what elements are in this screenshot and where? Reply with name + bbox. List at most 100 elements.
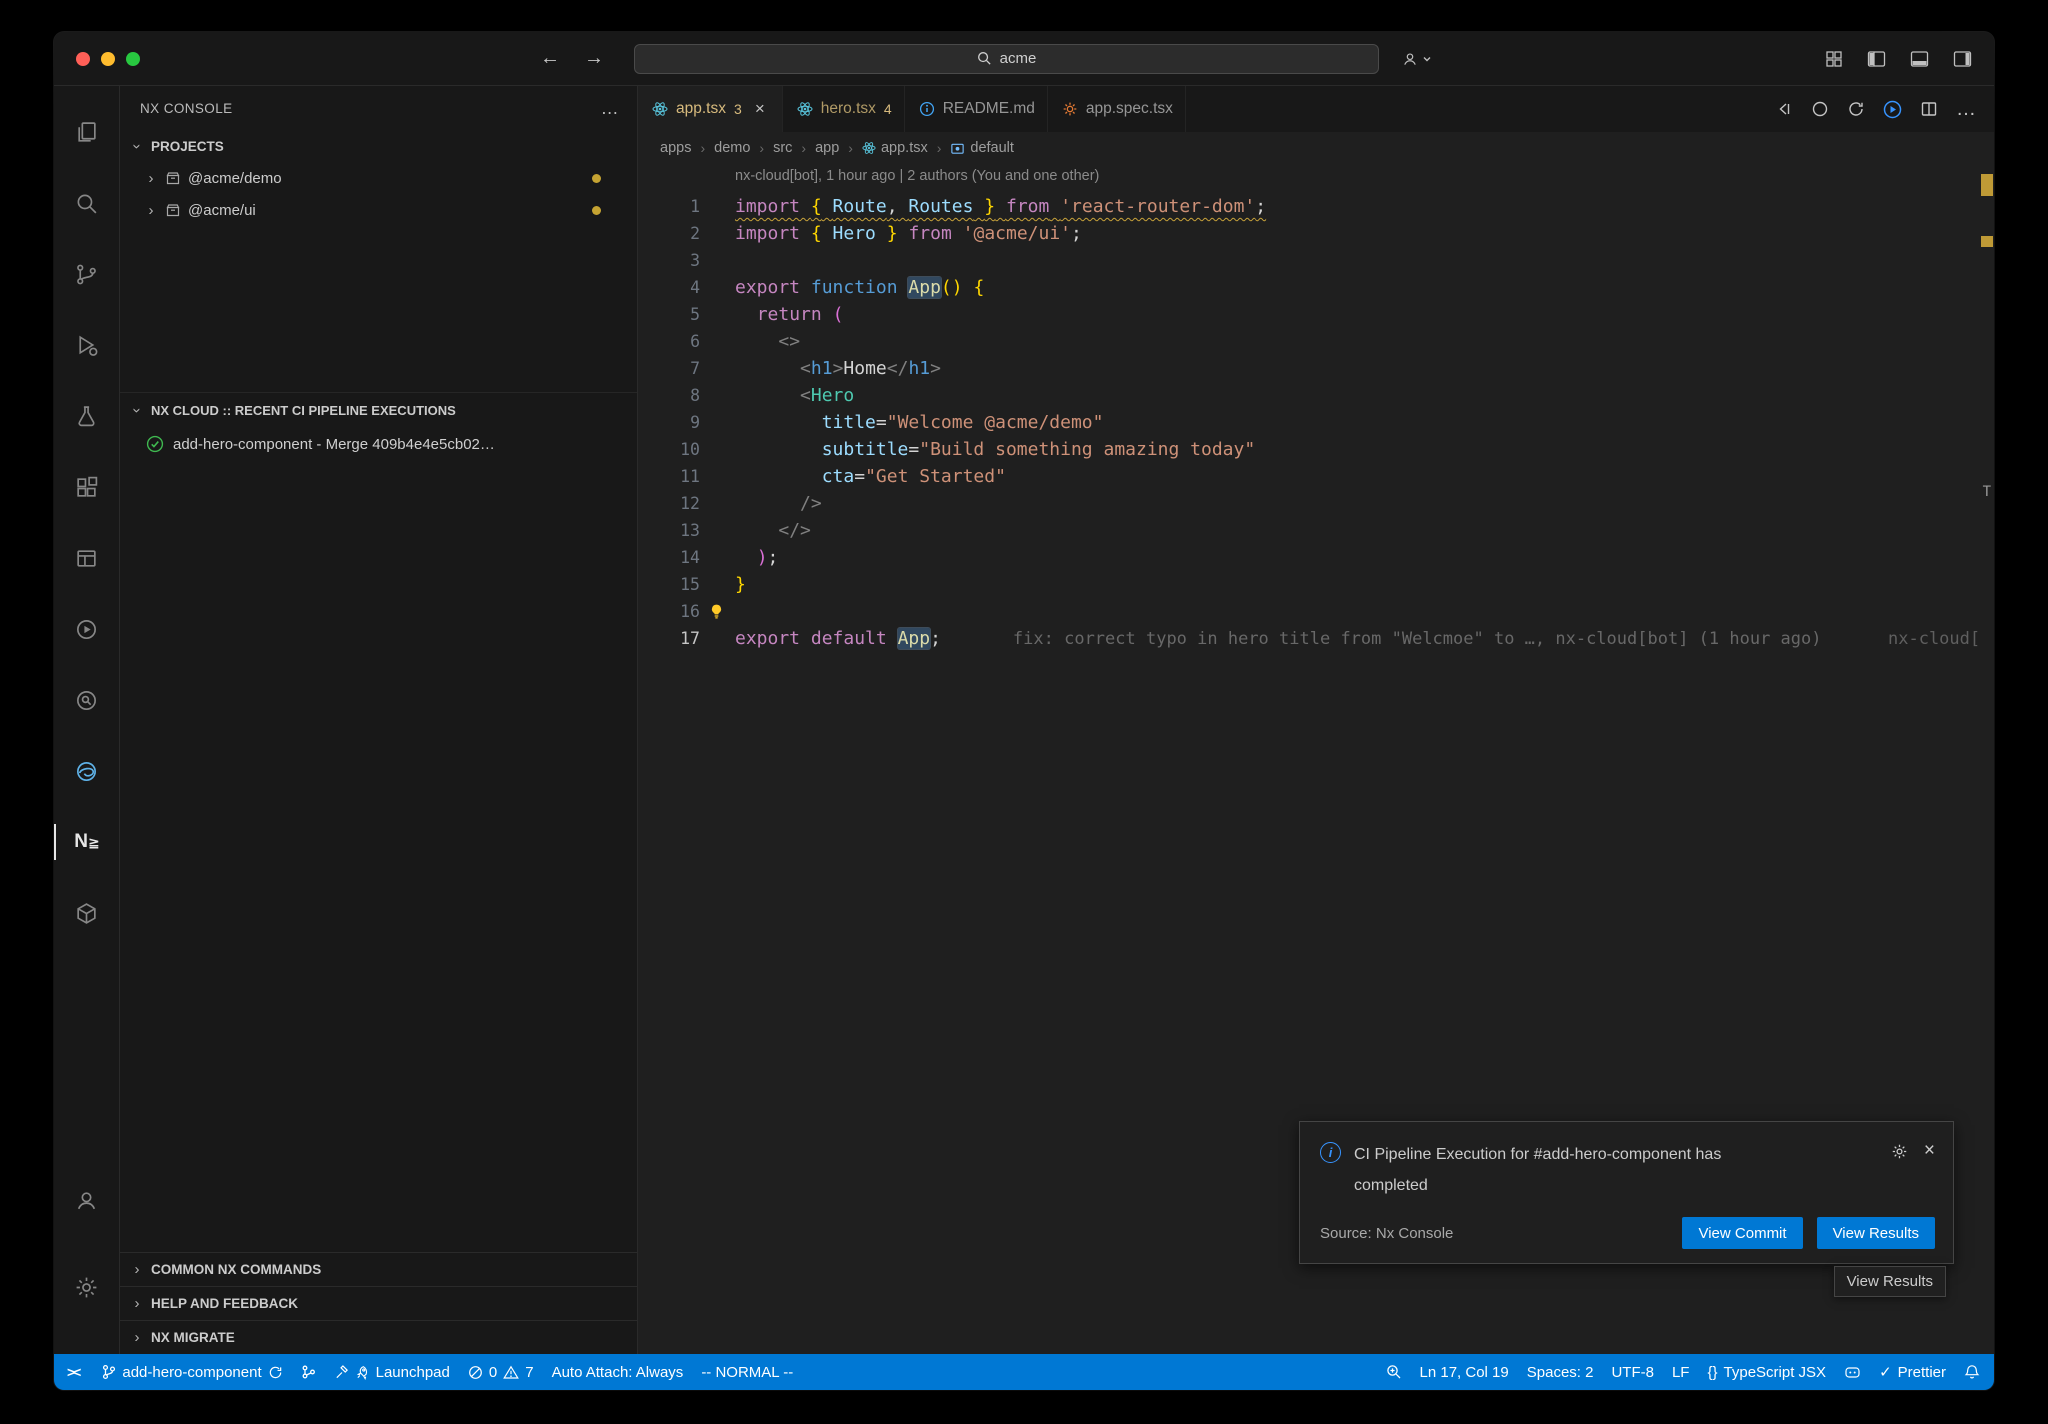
prettier-item[interactable]: ✓ Prettier bbox=[1870, 1354, 1955, 1390]
profile-menu-button[interactable] bbox=[1401, 50, 1432, 68]
help-and-feedback-section[interactable]: › HELP AND FEEDBACK bbox=[120, 1286, 637, 1320]
projects-section-header[interactable]: › PROJECTS bbox=[120, 130, 637, 162]
testing-icon[interactable] bbox=[54, 384, 120, 448]
code-line[interactable]: 14 ); bbox=[638, 544, 1994, 571]
code-line[interactable]: 17export default App;fix: correct typo i… bbox=[638, 625, 1994, 652]
code-line[interactable]: 12 /> bbox=[638, 490, 1994, 517]
remote-explorer-icon[interactable] bbox=[54, 526, 120, 590]
breadcrumb-item[interactable]: apps bbox=[660, 140, 691, 156]
copilot-icon bbox=[1844, 1364, 1861, 1380]
eol-item[interactable]: LF bbox=[1663, 1354, 1699, 1390]
git-branch-item[interactable]: add-hero-component bbox=[92, 1354, 291, 1390]
run-circle-icon[interactable] bbox=[54, 597, 120, 661]
encoding-item[interactable]: UTF-8 bbox=[1602, 1354, 1663, 1390]
view-commit-button[interactable]: View Commit bbox=[1682, 1217, 1802, 1249]
code-line[interactable]: 8 <Hero bbox=[638, 382, 1994, 409]
pipeline-execution-label: add-hero-component - Merge 409b4e4e5cb02… bbox=[173, 436, 495, 453]
zoom-item[interactable] bbox=[1377, 1354, 1411, 1390]
language-mode-item[interactable]: {} TypeScript JSX bbox=[1698, 1354, 1835, 1390]
react-icon bbox=[652, 101, 668, 117]
extensions-icon[interactable] bbox=[54, 455, 120, 519]
toggle-secondary-sidebar-icon[interactable] bbox=[1953, 50, 1972, 68]
common-nx-commands-section[interactable]: › COMMON NX COMMANDS bbox=[120, 1252, 637, 1286]
code-action-lightbulb[interactable] bbox=[700, 603, 735, 620]
tab-hero-tsx[interactable]: hero.tsx 4 bbox=[783, 86, 905, 132]
code-line[interactable]: 11 cta="Get Started" bbox=[638, 463, 1994, 490]
toggle-panel-icon[interactable] bbox=[1910, 50, 1929, 68]
code-line[interactable]: 2import { Hero } from '@acme/ui'; bbox=[638, 220, 1994, 247]
editor-more-actions-icon[interactable]: … bbox=[1956, 105, 1976, 113]
vim-mode-item[interactable]: -- NORMAL -- bbox=[692, 1354, 802, 1390]
line-number: 3 bbox=[638, 251, 700, 270]
breadcrumbs: apps› demo› src› app› app.tsx › default bbox=[638, 132, 1994, 164]
code-line[interactable]: 4export function App() { bbox=[638, 274, 1994, 301]
code-line[interactable]: 6 <> bbox=[638, 328, 1994, 355]
close-tab-icon[interactable]: × bbox=[750, 99, 770, 119]
auto-attach-item[interactable]: Auto Attach: Always bbox=[543, 1354, 693, 1390]
code-line[interactable]: 3 bbox=[638, 247, 1994, 274]
navigate-back-icon[interactable]: ← bbox=[540, 47, 560, 70]
code-text: import { Route, Routes } from 'react-rou… bbox=[735, 196, 1266, 217]
toggle-primary-sidebar-icon[interactable] bbox=[1867, 50, 1886, 68]
code-search-icon[interactable] bbox=[54, 668, 120, 732]
project-item-acme-ui[interactable]: › @acme/ui bbox=[120, 194, 637, 226]
breadcrumb-item-file[interactable]: app.tsx bbox=[862, 140, 928, 156]
rerun-icon[interactable] bbox=[1847, 100, 1865, 118]
source-control-icon[interactable] bbox=[54, 242, 120, 306]
search-sidebar-icon[interactable] bbox=[54, 171, 120, 235]
go-back-editor-icon[interactable] bbox=[1775, 100, 1793, 118]
code-line[interactable]: 16 bbox=[638, 598, 1994, 625]
overview-ruler[interactable]: T bbox=[1979, 164, 1994, 1354]
accounts-icon[interactable] bbox=[54, 1168, 120, 1232]
command-center-search[interactable]: acme bbox=[634, 44, 1379, 74]
code-line[interactable]: 15} bbox=[638, 571, 1994, 598]
breadcrumb-item[interactable]: app bbox=[815, 140, 839, 156]
run-debug-icon[interactable] bbox=[54, 313, 120, 377]
cursor-position-item[interactable]: Ln 17, Col 19 bbox=[1411, 1354, 1518, 1390]
split-editor-icon[interactable] bbox=[1920, 100, 1938, 118]
tab-label: app.spec.tsx bbox=[1086, 100, 1173, 118]
remote-indicator[interactable]: >< bbox=[54, 1354, 92, 1390]
notifications-bell-item[interactable] bbox=[1955, 1354, 1994, 1390]
close-window-button[interactable] bbox=[76, 52, 90, 66]
code-line[interactable]: 5 return ( bbox=[638, 301, 1994, 328]
zoom-window-button[interactable] bbox=[126, 52, 140, 66]
code-line[interactable]: 7 <h1>Home</h1> bbox=[638, 355, 1994, 382]
project-item-acme-demo[interactable]: › @acme/demo bbox=[120, 162, 637, 194]
breadcrumb-item[interactable]: src bbox=[773, 140, 792, 156]
indentation-item[interactable]: Spaces: 2 bbox=[1518, 1354, 1603, 1390]
sidebar-more-actions-icon[interactable]: … bbox=[601, 103, 619, 113]
copilot-item[interactable] bbox=[1835, 1354, 1870, 1390]
nx-migrate-section[interactable]: › NX MIGRATE bbox=[120, 1320, 637, 1354]
nx-console-icon[interactable]: N≧ bbox=[54, 810, 120, 874]
code-line[interactable]: 10 subtitle="Build something amazing tod… bbox=[638, 436, 1994, 463]
minimize-window-button[interactable] bbox=[101, 52, 115, 66]
edge-devtools-icon[interactable] bbox=[54, 739, 120, 803]
code-line[interactable]: 9 title="Welcome @acme/demo" bbox=[638, 409, 1994, 436]
tab-app-spec-tsx[interactable]: app.spec.tsx bbox=[1048, 86, 1186, 132]
git-codelens[interactable]: nx-cloud[bot], 1 hour ago | 2 authors (Y… bbox=[735, 168, 1994, 193]
explorer-icon[interactable] bbox=[54, 100, 120, 164]
code-line[interactable]: 1import { Route, Routes } from 'react-ro… bbox=[638, 193, 1994, 220]
customize-layout-icon[interactable] bbox=[1825, 50, 1843, 68]
notification-close-icon[interactable]: × bbox=[1924, 1143, 1935, 1158]
window-controls bbox=[54, 52, 140, 66]
navigate-forward-icon[interactable]: → bbox=[584, 47, 604, 70]
source-control-graph-item[interactable] bbox=[292, 1354, 325, 1390]
tab-readme-md[interactable]: README.md bbox=[905, 86, 1048, 132]
code-text: import { Hero } from '@acme/ui'; bbox=[735, 223, 1082, 244]
code-line[interactable]: 13 </> bbox=[638, 517, 1994, 544]
breadcrumb-item[interactable]: demo bbox=[714, 140, 750, 156]
notification-settings-gear-icon[interactable] bbox=[1891, 1143, 1908, 1160]
problems-item[interactable]: 0 7 bbox=[459, 1354, 543, 1390]
outline-circle-icon[interactable] bbox=[1811, 100, 1829, 118]
tab-app-tsx[interactable]: app.tsx 3 × bbox=[638, 86, 783, 132]
nx-run-target-icon[interactable] bbox=[1883, 100, 1902, 119]
launchpad-item[interactable]: Launchpad bbox=[325, 1354, 459, 1390]
breadcrumb-item-symbol[interactable]: default bbox=[950, 140, 1014, 156]
pipeline-execution-item[interactable]: add-hero-component - Merge 409b4e4e5cb02… bbox=[120, 428, 637, 460]
settings-gear-icon[interactable] bbox=[54, 1255, 120, 1319]
view-results-button[interactable]: View Results bbox=[1817, 1217, 1935, 1249]
package-icon[interactable] bbox=[54, 881, 120, 945]
nx-cloud-section-header[interactable]: › NX CLOUD :: RECENT CI PIPELINE EXECUTI… bbox=[120, 392, 637, 428]
